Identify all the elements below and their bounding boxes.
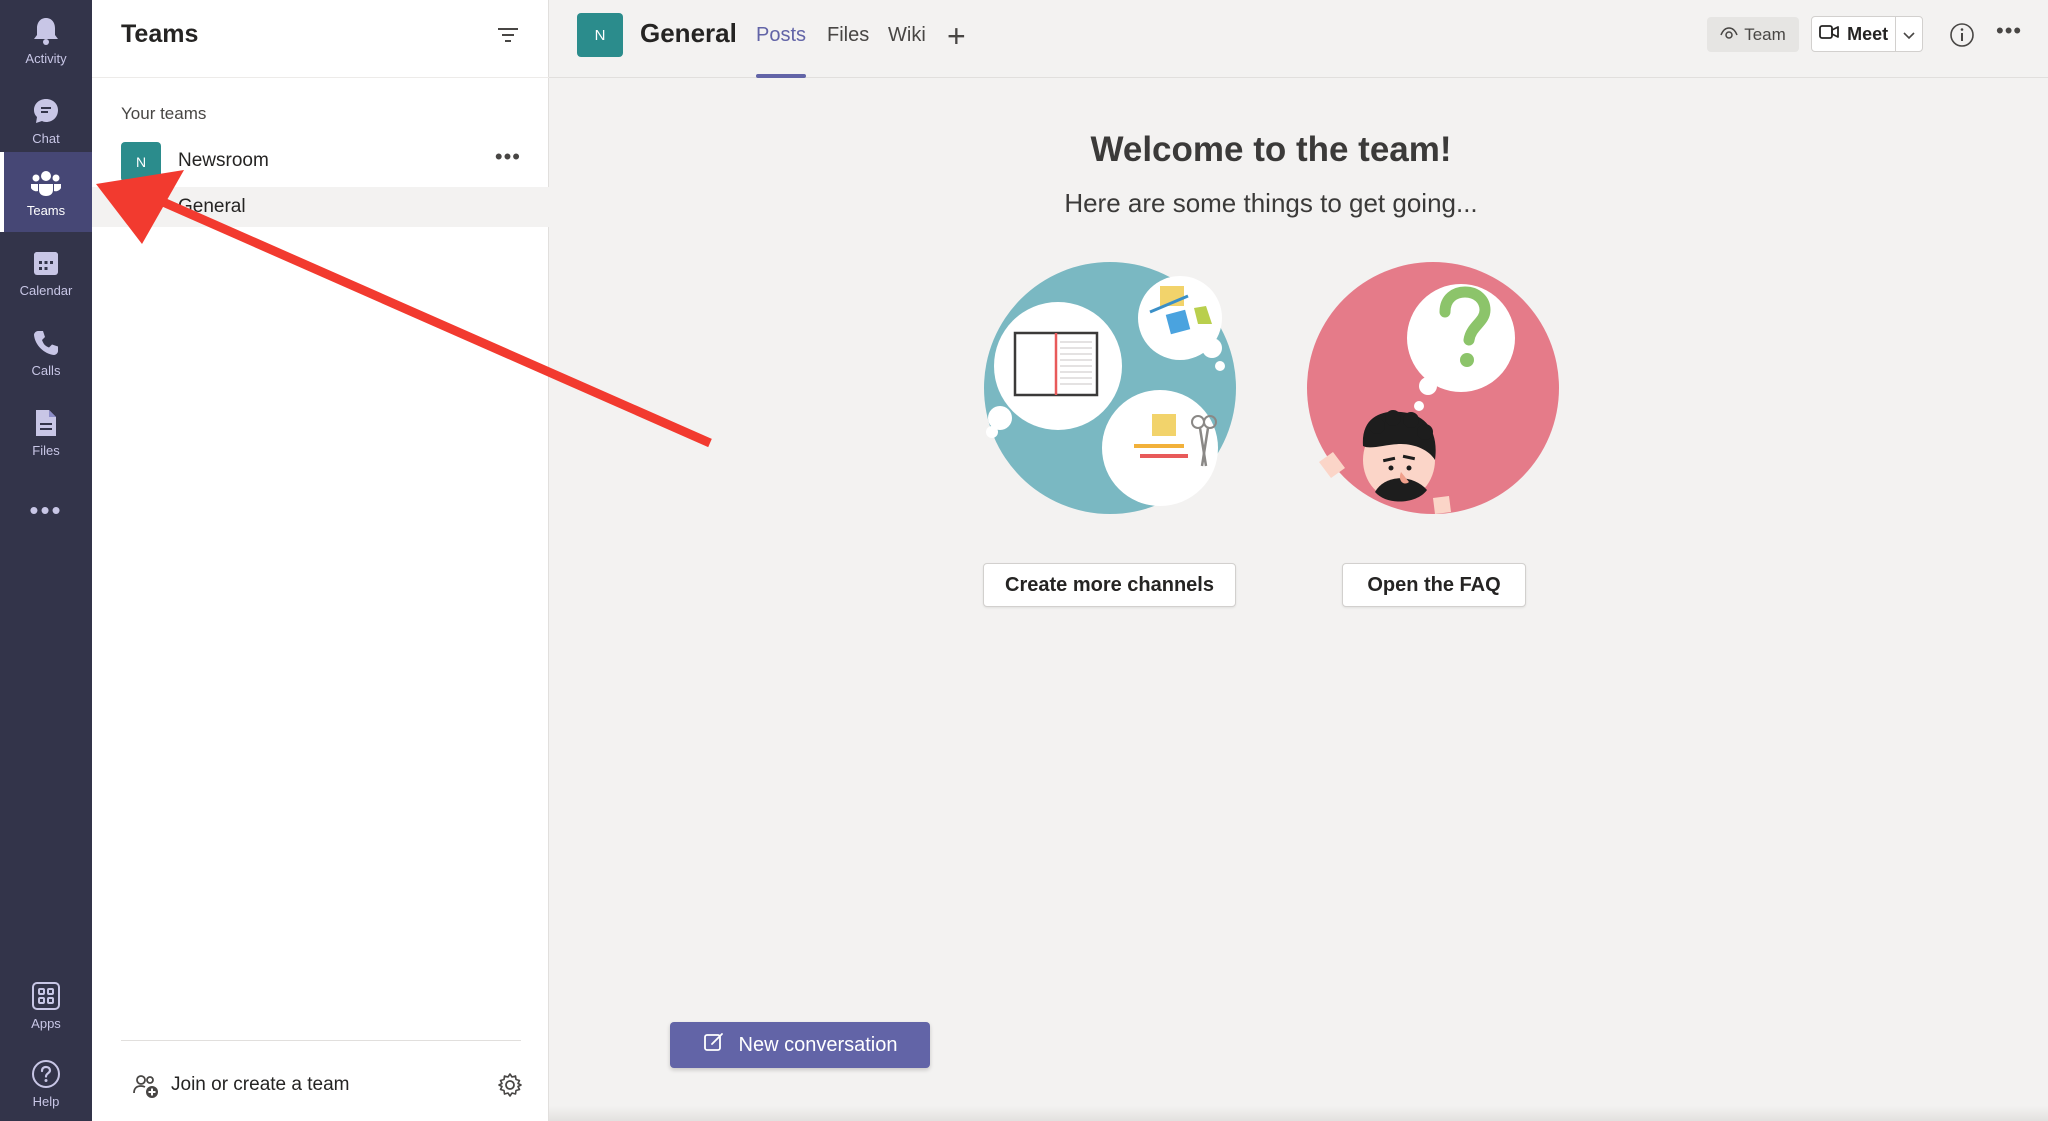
channel-header: N General Posts Files Wiki + Team Meet •… bbox=[549, 0, 2048, 78]
rail-item-chat[interactable]: Chat bbox=[0, 80, 92, 160]
calendar-icon bbox=[30, 247, 62, 279]
team-more-options-button[interactable]: ••• bbox=[495, 144, 521, 170]
apps-icon bbox=[30, 980, 62, 1012]
join-or-create-team-button[interactable]: Join or create a team bbox=[92, 1064, 549, 1104]
chevron-down-icon bbox=[1903, 24, 1915, 45]
rail-item-label: Help bbox=[32, 1093, 60, 1109]
chat-icon bbox=[30, 95, 62, 127]
add-people-icon bbox=[132, 1072, 160, 1100]
meet-now-button[interactable]: Meet bbox=[1812, 17, 1897, 51]
channels-illustration bbox=[984, 262, 1236, 514]
team-button-label: Team bbox=[1744, 24, 1786, 44]
rail-item-label: Calendar bbox=[19, 282, 73, 298]
rail-item-apps[interactable]: Apps bbox=[0, 965, 92, 1045]
rail-item-label: Chat bbox=[32, 130, 60, 146]
rail-item-help[interactable]: Help bbox=[0, 1043, 92, 1121]
more-options-button[interactable]: ••• bbox=[1996, 18, 2022, 44]
team-button[interactable]: Team bbox=[1707, 17, 1799, 52]
app-rail: Activity Chat Teams Calendar Calls Files… bbox=[0, 0, 92, 1121]
meet-dropdown-button[interactable] bbox=[1896, 17, 1922, 51]
file-icon bbox=[30, 407, 62, 439]
meet-button[interactable]: Meet bbox=[1811, 16, 1923, 52]
filter-icon[interactable] bbox=[495, 22, 521, 48]
teams-icon bbox=[30, 167, 62, 199]
welcome-title: Welcome to the team! bbox=[1090, 130, 1452, 169]
panel-header: Teams bbox=[92, 0, 549, 78]
rail-item-label: Files bbox=[32, 442, 60, 458]
add-tab-button[interactable]: + bbox=[947, 18, 966, 55]
faq-illustration bbox=[1307, 262, 1559, 514]
open-faq-button[interactable]: Open the FAQ bbox=[1342, 563, 1526, 607]
new-conversation-label: New conversation bbox=[738, 1033, 898, 1056]
rail-item-label: Activity bbox=[25, 50, 67, 66]
rail-item-label: Calls bbox=[31, 362, 61, 378]
phone-icon bbox=[30, 327, 62, 359]
new-conversation-button[interactable]: New conversation bbox=[670, 1022, 930, 1068]
rail-item-files[interactable]: Files bbox=[0, 392, 92, 472]
tab-wiki[interactable]: Wiki bbox=[888, 24, 926, 78]
your-teams-label: Your teams bbox=[121, 104, 207, 123]
meet-button-label: Meet bbox=[1847, 23, 1889, 44]
bell-icon bbox=[30, 15, 62, 47]
compose-icon bbox=[703, 1031, 725, 1059]
rail-item-label: Teams bbox=[26, 202, 66, 218]
compose-area-shadow bbox=[549, 1106, 2048, 1121]
info-icon[interactable] bbox=[1949, 22, 1975, 48]
rail-item-teams[interactable]: Teams bbox=[0, 152, 92, 232]
video-camera-icon bbox=[1819, 24, 1840, 45]
rail-item-label: Apps bbox=[31, 1015, 61, 1031]
rail-item-calendar[interactable]: Calendar bbox=[0, 232, 92, 312]
teams-panel: Teams Your teams N Newsroom ••• General … bbox=[92, 0, 549, 1121]
annotation-arrow bbox=[96, 170, 712, 448]
channel-title: General bbox=[640, 18, 737, 48]
tab-files[interactable]: Files bbox=[827, 24, 869, 78]
panel-title: Teams bbox=[121, 20, 199, 48]
gear-icon[interactable] bbox=[497, 1072, 523, 1098]
join-label: Join or create a team bbox=[171, 1074, 350, 1095]
team-name: Newsroom bbox=[178, 150, 269, 171]
rail-item-calls[interactable]: Calls bbox=[0, 312, 92, 392]
welcome-subtitle: Here are some things to get going... bbox=[1064, 188, 1478, 218]
eye-icon bbox=[1720, 25, 1738, 45]
channel-avatar: N bbox=[577, 13, 623, 57]
divider bbox=[121, 1040, 521, 1041]
create-more-channels-button[interactable]: Create more channels bbox=[983, 563, 1236, 607]
tab-posts[interactable]: Posts bbox=[756, 24, 807, 78]
rail-item-activity[interactable]: Activity bbox=[0, 0, 92, 80]
more-apps-button[interactable]: ••• bbox=[0, 490, 92, 530]
help-icon bbox=[30, 1058, 62, 1090]
